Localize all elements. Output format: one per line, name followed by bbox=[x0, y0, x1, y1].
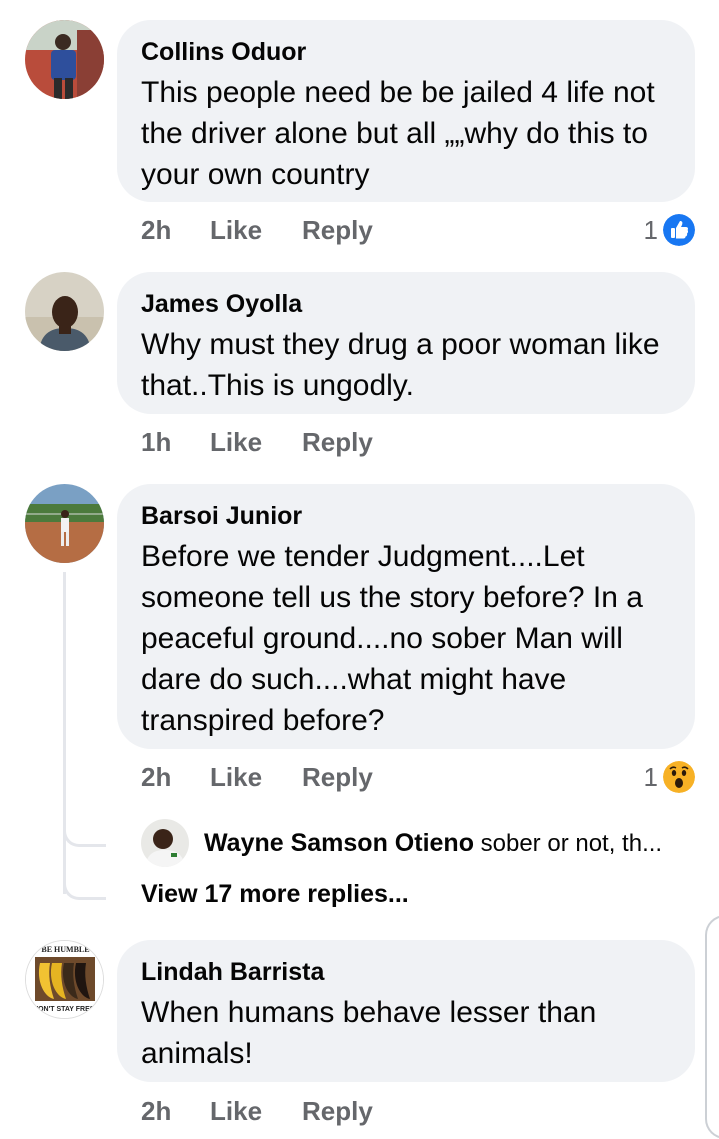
like-button[interactable]: Like bbox=[210, 762, 302, 793]
comment-timestamp[interactable]: 1h bbox=[141, 427, 210, 458]
reply-button[interactable]: Reply bbox=[302, 427, 373, 458]
comment-actions: 2h Like Reply bbox=[141, 210, 373, 250]
reaction-count: 1 bbox=[643, 761, 658, 792]
comment-author[interactable]: Lindah Barrista bbox=[141, 957, 671, 987]
reply-snippet: sober or not, th... bbox=[480, 830, 663, 857]
wow-icon bbox=[663, 761, 695, 793]
avatar[interactable] bbox=[141, 819, 189, 867]
comment-bubble: Collins Oduor This people need be be jai… bbox=[117, 20, 695, 202]
comment-author[interactable]: Barsoi Junior bbox=[141, 501, 671, 531]
comment-text: This people need be be jailed 4 life not… bbox=[141, 76, 655, 191]
reply-thread-line bbox=[63, 572, 66, 894]
reaction-count: 1 bbox=[643, 214, 658, 245]
avatar-text-top: BE HUMBLE bbox=[41, 945, 89, 954]
avatar[interactable] bbox=[25, 20, 104, 99]
comment-timestamp[interactable]: 2h bbox=[141, 215, 210, 246]
comment-text: When humans behave lesser than animals! bbox=[141, 996, 597, 1070]
reply-button[interactable]: Reply bbox=[302, 762, 373, 793]
reply-button[interactable]: Reply bbox=[302, 1096, 373, 1127]
comment-author[interactable]: Collins Oduor bbox=[141, 37, 671, 67]
avatar-text-bottom: WON'T STAY FRESH bbox=[31, 1006, 99, 1013]
view-more-replies-link[interactable]: View 17 more replies... bbox=[141, 880, 409, 909]
comment-bubble: Lindah Barrista When humans behave lesse… bbox=[117, 940, 695, 1082]
avatar[interactable]: BE HUMBLE WON'T STAY FRESH bbox=[25, 940, 104, 1019]
scroll-edge-overlay bbox=[705, 915, 719, 1139]
like-icon bbox=[663, 214, 695, 246]
comment-actions: 2h Like Reply bbox=[141, 1091, 373, 1131]
comment-text: Why must they drug a poor woman like tha… bbox=[141, 328, 660, 402]
reply-button[interactable]: Reply bbox=[302, 215, 373, 246]
like-button[interactable]: Like bbox=[210, 215, 302, 246]
reply-author[interactable]: Wayne Samson Otieno bbox=[204, 829, 474, 857]
comment-actions: 2h Like Reply bbox=[141, 757, 373, 797]
comment-actions: 1h Like Reply bbox=[141, 422, 373, 462]
comment-bubble: James Oyolla Why must they drug a poor w… bbox=[117, 272, 695, 414]
comment-timestamp[interactable]: 2h bbox=[141, 1096, 210, 1127]
like-button[interactable]: Like bbox=[210, 1096, 302, 1127]
reaction-summary[interactable]: 1 bbox=[644, 757, 695, 797]
comment-author[interactable]: James Oyolla bbox=[141, 289, 671, 319]
like-button[interactable]: Like bbox=[210, 427, 302, 458]
reaction-summary[interactable]: 1 bbox=[644, 210, 695, 250]
comment-timestamp[interactable]: 2h bbox=[141, 762, 210, 793]
reply-thread-branch bbox=[63, 866, 106, 900]
reply-thread-branch bbox=[63, 810, 106, 847]
avatar[interactable] bbox=[25, 484, 104, 563]
avatar[interactable] bbox=[25, 272, 104, 351]
comment-bubble: Barsoi Junior Before we tender Judgment.… bbox=[117, 484, 695, 749]
comment-text: Before we tender Judgment....Let someone… bbox=[141, 540, 643, 737]
reply-preview-line: Wayne Samson Otieno sober or not, th... bbox=[204, 826, 662, 861]
